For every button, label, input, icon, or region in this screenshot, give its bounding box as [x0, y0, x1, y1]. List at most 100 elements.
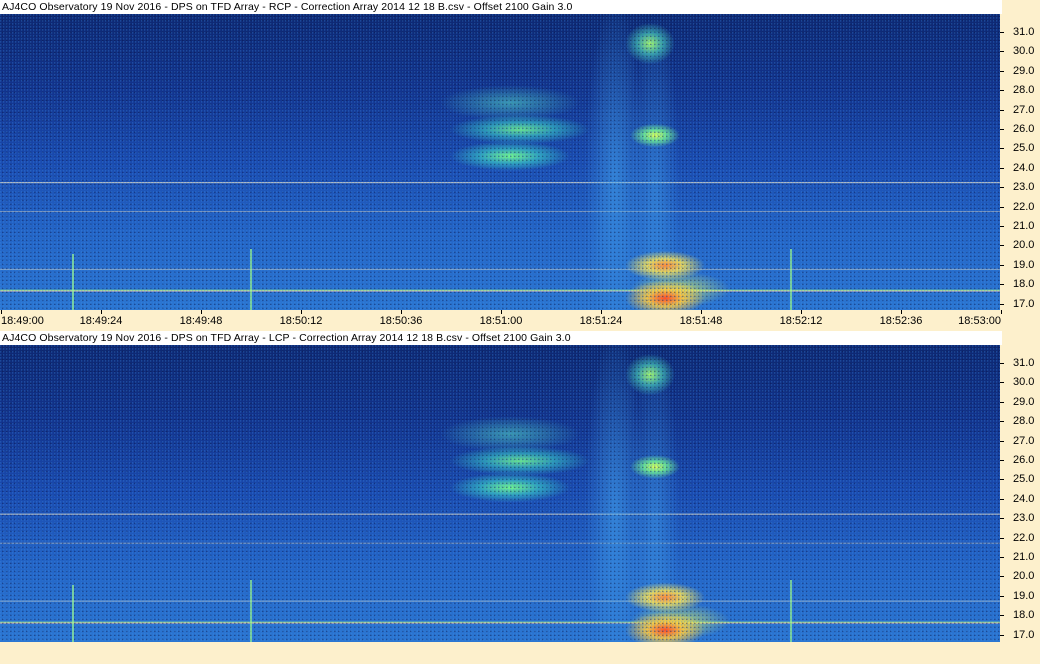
frequency-tick-label: 26.0 [1013, 454, 1035, 466]
frequency-tick-mark [1000, 187, 1004, 189]
rcp-interference-line [250, 249, 252, 310]
frequency-tick-label: 28.0 [1013, 415, 1035, 428]
frequency-tick-label: 20.0 [1013, 239, 1035, 252]
frequency-tick-label: 25.0 [1013, 473, 1035, 486]
rcp-spectrogram[interactable] [0, 14, 1000, 310]
frequency-tick: 24.0 [1000, 161, 1040, 175]
frequency-tick-mark [1000, 595, 1004, 597]
frequency-tick: 28.0 [1000, 414, 1040, 428]
time-tick-mark [801, 310, 802, 314]
frequency-tick: 26.0 [1000, 122, 1040, 136]
time-tick-mark [501, 310, 502, 314]
rcp-noise-texture [0, 14, 1000, 310]
rcp-interference-line [72, 254, 74, 310]
time-tick-mark [401, 310, 402, 314]
frequency-tick: 19.0 [1000, 589, 1040, 603]
frequency-tick-label: 26.0 [1013, 123, 1035, 135]
lcp-interference-line [250, 580, 252, 642]
frequency-tick-label: 24.0 [1013, 161, 1035, 174]
frequency-tick-mark [1000, 498, 1004, 500]
frequency-tick-mark [1000, 303, 1004, 305]
frequency-tick-label: 29.0 [1013, 395, 1035, 408]
frequency-tick-mark [1000, 382, 1004, 384]
frequency-tick: 19.0 [1000, 258, 1040, 272]
frequency-tick-mark [1000, 634, 1004, 636]
lcp-noise-texture [0, 345, 1000, 642]
frequency-tick-label: 19.0 [1013, 258, 1035, 271]
time-tick-mark [101, 310, 102, 314]
time-tick-label: 18:51:00 [479, 315, 523, 327]
frequency-tick-mark [1000, 421, 1004, 423]
frequency-tick-label: 30.0 [1013, 45, 1035, 58]
lcp-panel-title: AJ4CO Observatory 19 Nov 2016 - DPS on T… [0, 331, 1002, 345]
frequency-tick-label: 20.0 [1013, 570, 1035, 583]
frequency-tick-label: 28.0 [1013, 84, 1035, 97]
frequency-tick: 26.0 [1000, 453, 1040, 467]
frequency-tick: 25.0 [1000, 472, 1040, 486]
time-tick-label: 18:49:24 [79, 315, 123, 327]
frequency-tick-mark [1000, 129, 1004, 130]
frequency-tick-mark [1000, 167, 1004, 169]
frequency-tick-label: 18.0 [1013, 278, 1035, 291]
frequency-tick-label: 31.0 [1013, 357, 1035, 369]
frequency-tick: 29.0 [1000, 64, 1040, 78]
frequency-tick-mark [1000, 51, 1004, 53]
frequency-tick: 18.0 [1000, 608, 1040, 622]
frequency-tick-mark [1000, 264, 1004, 266]
frequency-tick-mark [1000, 90, 1004, 92]
frequency-tick-mark [1000, 109, 1004, 111]
rcp-frequency-axis: 31.0 30.0 29.0 28.0 27.0 26.0 25.0 24.0 23.0 22.0… [1000, 14, 1040, 310]
frequency-tick-mark [1000, 245, 1004, 247]
time-tick-label: 18:51:48 [679, 315, 723, 327]
frequency-tick: 21.0 [1000, 550, 1040, 564]
time-tick-mark [201, 310, 202, 314]
time-tick-label: 18:50:12 [279, 315, 323, 327]
frequency-tick-label: 19.0 [1013, 589, 1035, 602]
rcp-panel-title: AJ4CO Observatory 19 Nov 2016 - DPS on T… [0, 0, 1002, 14]
time-tick-mark [601, 310, 602, 314]
frequency-tick: 23.0 [1000, 180, 1040, 194]
time-tick-mark [901, 310, 902, 314]
time-tick-label: 18:49:00 [1, 315, 44, 327]
frequency-tick: 31.0 [1000, 356, 1040, 370]
frequency-tick: 18.0 [1000, 277, 1040, 291]
frequency-tick: 27.0 [1000, 103, 1040, 117]
frequency-tick-mark [1000, 226, 1004, 227]
frequency-tick-mark [1000, 284, 1004, 286]
time-tick-mark [301, 310, 302, 314]
frequency-tick-label: 22.0 [1013, 531, 1035, 544]
frequency-tick: 25.0 [1000, 141, 1040, 155]
frequency-tick-label: 27.0 [1013, 434, 1035, 447]
lcp-interference-line [72, 585, 74, 642]
frequency-tick-label: 27.0 [1013, 103, 1035, 116]
frequency-tick-mark [1000, 576, 1004, 578]
frequency-tick-mark [1000, 615, 1004, 617]
frequency-tick: 24.0 [1000, 492, 1040, 506]
frequency-tick-label: 23.0 [1013, 181, 1035, 194]
frequency-tick: 23.0 [1000, 511, 1040, 525]
time-tick-label: 18:51:24 [579, 315, 623, 327]
frequency-tick-mark [1000, 148, 1004, 150]
lcp-spectrogram[interactable] [0, 345, 1000, 642]
frequency-tick-mark [1000, 363, 1004, 364]
time-tick-mark [1, 310, 2, 314]
time-tick-mark [701, 310, 702, 314]
frequency-tick-label: 22.0 [1013, 200, 1035, 213]
frequency-tick: 31.0 [1000, 25, 1040, 39]
frequency-tick: 22.0 [1000, 531, 1040, 545]
frequency-tick-mark [1000, 70, 1004, 72]
rcp-time-axis: 18:49:00 18:49:24 18:49:48 18:50:12 18:50:36… [0, 310, 1040, 331]
frequency-tick: 30.0 [1000, 44, 1040, 58]
frequency-tick-mark [1000, 32, 1004, 33]
frequency-tick-mark [1000, 557, 1004, 558]
frequency-tick-mark [1000, 440, 1004, 442]
frequency-tick-label: 21.0 [1013, 551, 1035, 563]
frequency-tick: 17.0 [1000, 628, 1040, 642]
frequency-tick-mark [1000, 206, 1004, 208]
frequency-tick: 27.0 [1000, 434, 1040, 448]
frequency-tick-mark [1000, 460, 1004, 461]
frequency-tick-label: 24.0 [1013, 492, 1035, 505]
time-tick-label: 18:52:12 [779, 315, 823, 327]
frequency-tick-label: 17.0 [1013, 628, 1035, 641]
frequency-tick: 29.0 [1000, 395, 1040, 409]
